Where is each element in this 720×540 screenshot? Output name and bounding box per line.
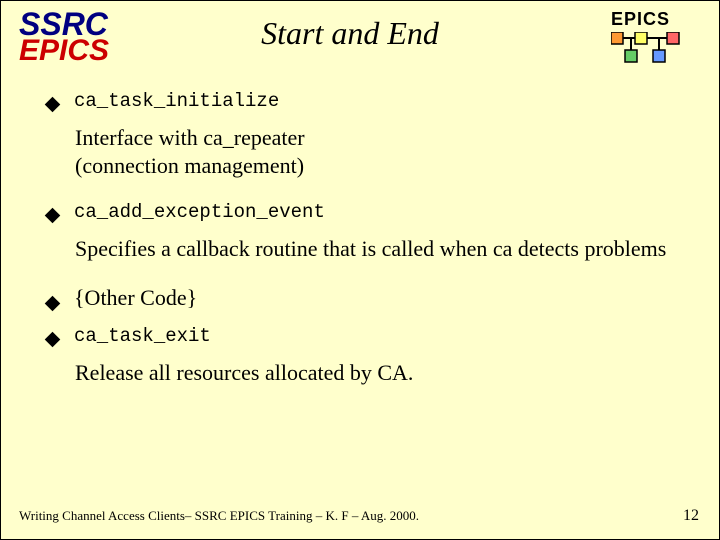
epics-logo: EPICS <box>611 9 699 66</box>
bullet-icon <box>45 331 61 347</box>
slide-header: SSRC EPICS Start and End EPICS <box>19 9 699 66</box>
bullet-icon <box>45 295 61 311</box>
bullet-description: Specifies a callback routine that is cal… <box>75 235 699 263</box>
slide-body: ca_task_initialize Interface with ca_rep… <box>19 90 699 386</box>
page-number: 12 <box>683 507 699 525</box>
bullet-text: {Other Code} <box>74 285 197 311</box>
slide-footer: Writing Channel Access Clients– SSRC EPI… <box>19 507 699 525</box>
bullet-code: ca_task_exit <box>74 325 211 347</box>
bullet-item: ca_task_exit <box>47 325 699 347</box>
bullet-description: Release all resources allocated by CA. <box>75 359 699 387</box>
footer-text: Writing Channel Access Clients– SSRC EPI… <box>19 508 419 524</box>
desc-line: Interface with ca_repeater <box>75 125 305 150</box>
bullet-item: ca_add_exception_event <box>47 201 699 223</box>
bullet-item: {Other Code} <box>47 285 699 311</box>
bullet-code: ca_add_exception_event <box>74 201 325 223</box>
bullet-item: ca_task_initialize <box>47 90 699 112</box>
bullet-code: ca_task_initialize <box>74 90 279 112</box>
bullet-description: Interface with ca_repeater (connection m… <box>75 124 699 179</box>
epics-squares-icon <box>611 32 683 66</box>
desc-line: (connection management) <box>75 153 304 178</box>
slide-title: Start and End <box>89 15 611 52</box>
epics-label: EPICS <box>611 9 699 30</box>
slide: SSRC EPICS Start and End EPICS ca_task_i… <box>0 0 720 540</box>
bullet-icon <box>45 97 61 113</box>
bullet-icon <box>45 208 61 224</box>
